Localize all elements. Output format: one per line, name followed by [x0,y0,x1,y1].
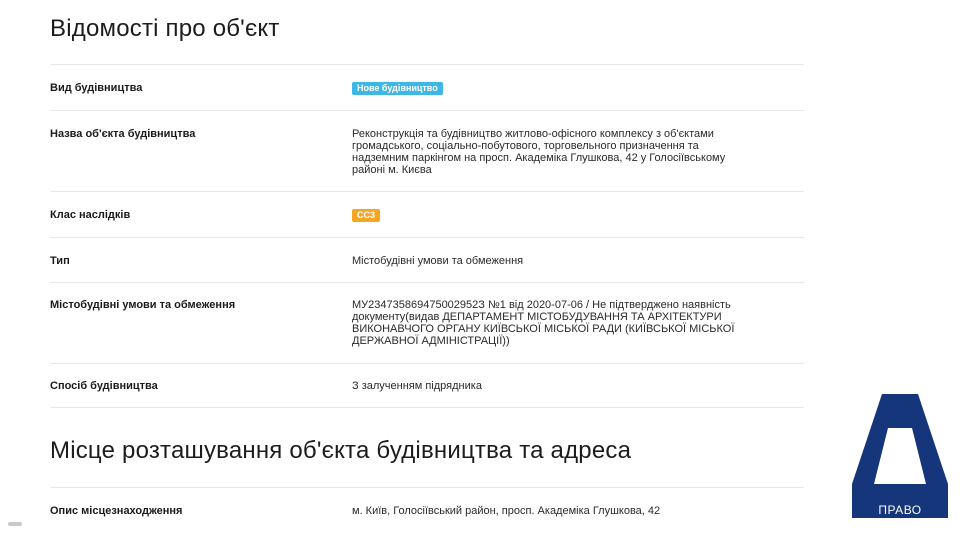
row-value: Нове будівництво [352,82,782,95]
row-value: Містобудівні умови та обмеження [352,255,782,267]
row-label: Назва об'єкта будівництва [50,128,196,140]
scroll-edge-mark [8,522,22,526]
status-badge: Нове будівництво [352,82,443,95]
logo-letter: М [895,460,905,474]
row-value: З залученням підрядника [352,380,782,392]
table-row: Опис місцезнаходження м. Київ, Голосіївс… [50,487,804,540]
value-line: ДЕРЖАВНОЇ АДМІНІСТРАЦІЇ)) [352,335,510,347]
value-line: м. Київ, Голосіївський район, просп. Ака… [352,505,661,517]
row-label: Спосіб будівництва [50,380,158,392]
value-line: ВИКОНАВЧОГО ОРГАНУ КИЇВСЬКОЇ МІСЬКОЇ РАД… [352,323,735,335]
value-line: громадського, соціально-побутового, торг… [352,140,699,152]
table-row: Тип Містобудівні умови та обмеження [50,237,804,282]
value-line: Реконструкція та будівництво житлово-офі… [352,128,714,140]
row-label: Опис місцезнаходження [50,505,183,517]
object-info-table: Вид будівництва Нове будівництво Назва о… [50,64,804,408]
location-table: Опис місцезнаходження м. Київ, Голосіївс… [50,487,804,540]
pravo-logo: М ПРАВО [852,394,948,518]
row-label: Містобудівні умови та обмеження [50,299,236,311]
value-line: З залученням підрядника [352,380,482,392]
row-label: Тип [50,255,70,267]
row-label: Вид будівництва [50,82,143,94]
table-row: Містобудівні умови та обмеження МУ234735… [50,282,804,363]
table-row: Клас наслідків CC3 [50,191,804,237]
table-row: Вид будівництва Нове будівництво [50,64,804,110]
row-value: МУ234735869475002952З №1 від 2020-07-06 … [352,299,782,347]
value-line: МУ234735869475002952З №1 від 2020-07-06 … [352,299,731,311]
value-line: надземним паркінгом на просп. Академіка … [352,152,726,164]
table-row: Назва об'єкта будівництва Реконструкція … [50,110,804,191]
value-line: Містобудівні умови та обмеження [352,255,524,267]
row-value: м. Київ, Голосіївський район, просп. Ака… [352,505,782,517]
page: Відомості про об'єкт Вид будівництва Нов… [0,0,960,540]
row-label: Клас наслідків [50,209,131,221]
logo-text: ПРАВО [878,503,922,517]
section-title-location: Місце розташування об'єкта будівництва т… [50,437,632,464]
logo-a-icon: М [852,394,948,518]
value-line: районі м. Києва [352,164,432,176]
table-row: Спосіб будівництва З залученням підрядни… [50,363,804,408]
row-value: CC3 [352,209,782,222]
section-title-object-info: Відомості про об'єкт [50,15,280,42]
consequence-class-badge: CC3 [352,209,381,222]
row-value: Реконструкція та будівництво житлово-офі… [352,128,782,176]
value-line: документу(видав ДЕПАРТАМЕНТ МІСТОБУДУВАН… [352,311,722,323]
